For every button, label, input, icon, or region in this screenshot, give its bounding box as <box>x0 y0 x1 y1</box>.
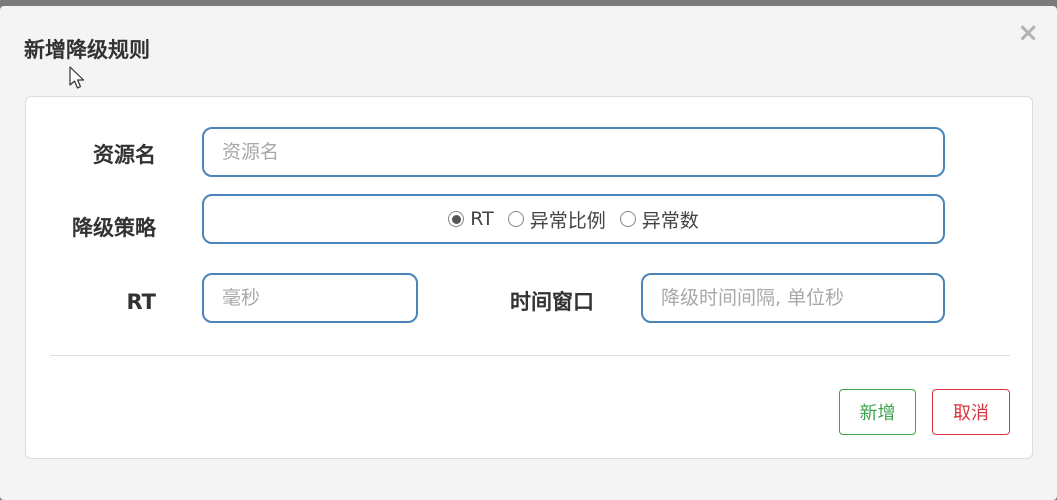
rt-milliseconds-input[interactable] <box>202 273 418 323</box>
rule-form-panel: 资源名 降级策略 RT 异常比例 异常数 RT 时间窗口 新增 取消 <box>25 96 1033 459</box>
resource-name-input[interactable] <box>202 127 945 177</box>
time-window-label: 时间窗口 <box>510 290 594 314</box>
degrade-strategy-group: RT 异常比例 异常数 <box>202 194 945 244</box>
strategy-option-label: RT <box>470 208 494 230</box>
strategy-option-label: 异常比例 <box>529 209 606 232</box>
strategy-option-label: 异常数 <box>641 209 699 232</box>
strategy-option-rt[interactable]: RT <box>448 208 494 230</box>
close-icon[interactable]: × <box>1017 20 1039 46</box>
strategy-option-exception-count[interactable]: 异常数 <box>619 206 699 233</box>
mouse-cursor-icon <box>69 66 85 89</box>
radio-unchecked-icon[interactable] <box>619 211 636 227</box>
degrade-strategy-label: 降级策略 <box>72 216 156 240</box>
add-degrade-rule-dialog: 新增降级规则 × 资源名 降级策略 RT 异常比例 异常数 RT 时间窗口 <box>0 6 1057 500</box>
radio-unchecked-icon[interactable] <box>507 211 524 227</box>
cancel-button[interactable]: 取消 <box>932 389 1010 435</box>
time-window-input[interactable] <box>641 273 945 323</box>
form-divider <box>50 355 1010 356</box>
dialog-title: 新增降级规则 <box>24 38 150 62</box>
radio-checked-icon[interactable] <box>448 211 465 227</box>
strategy-option-exception-ratio[interactable]: 异常比例 <box>507 206 606 233</box>
rt-label: RT <box>126 290 156 314</box>
add-button[interactable]: 新增 <box>839 389 916 435</box>
resource-name-label: 资源名 <box>93 143 156 167</box>
